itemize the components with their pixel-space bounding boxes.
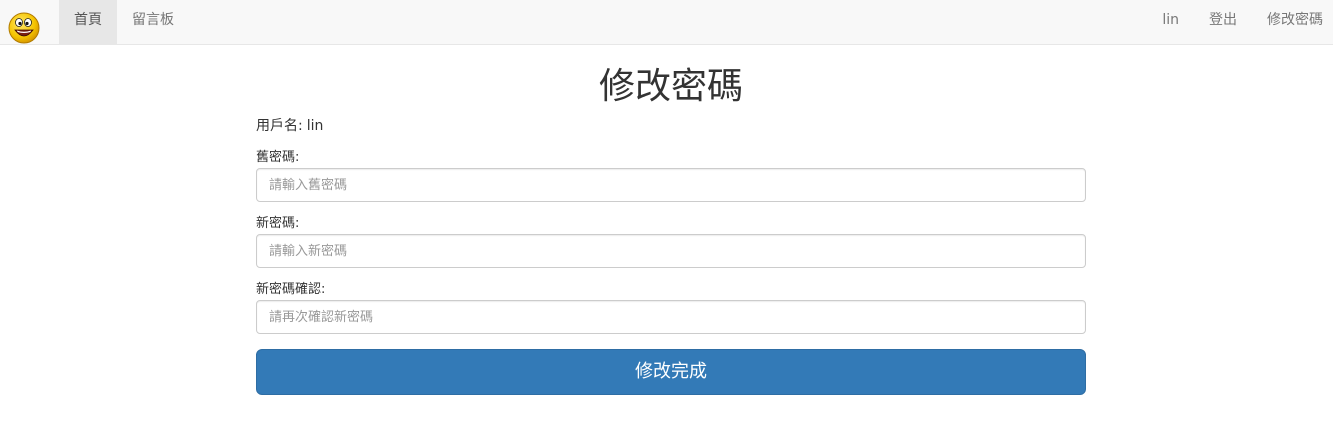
change-password-form: 修改密碼 用戶名: lin 舊密碼: 新密碼: 新密碼確認: 修改完成: [256, 45, 1086, 395]
nav-item-message-board[interactable]: 留言板: [117, 0, 189, 44]
username-line: 用戶名: lin: [256, 116, 1086, 136]
nav-right: lin 登出 修改密碼: [1147, 0, 1333, 44]
nav-item-logout[interactable]: 登出: [1194, 0, 1252, 44]
new-password-label: 新密碼:: [256, 216, 300, 231]
confirm-password-group: 新密碼確認:: [256, 281, 1086, 334]
username-value: lin: [306, 118, 324, 134]
username-label: 用戶名:: [256, 118, 303, 134]
new-password-group: 新密碼:: [256, 215, 1086, 268]
old-password-group: 舊密碼:: [256, 149, 1086, 202]
navbar: 首頁 留言板 lin 登出 修改密碼: [0, 0, 1333, 45]
confirm-password-label: 新密碼確認:: [256, 282, 326, 297]
nav-item-change-password[interactable]: 修改密碼: [1252, 0, 1333, 44]
smiley-face-icon[interactable]: [8, 12, 40, 44]
nav-left: 首頁 留言板: [59, 0, 189, 44]
confirm-password-input[interactable]: [256, 300, 1086, 334]
old-password-input[interactable]: [256, 168, 1086, 202]
page-title: 修改密碼: [598, 66, 743, 107]
new-password-input[interactable]: [256, 234, 1086, 268]
nav-item-username[interactable]: lin: [1147, 0, 1194, 44]
nav-item-home[interactable]: 首頁: [59, 0, 117, 44]
submit-button[interactable]: 修改完成: [256, 349, 1086, 395]
old-password-label: 舊密碼:: [256, 150, 300, 165]
